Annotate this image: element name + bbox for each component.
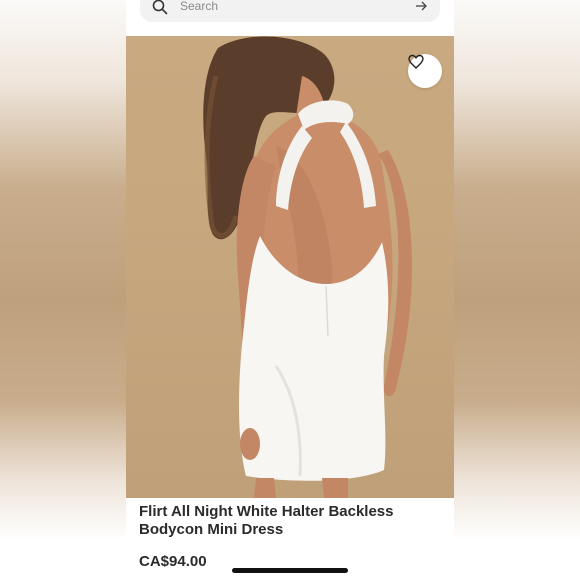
product-image[interactable] xyxy=(126,36,454,498)
search-placeholder: Search xyxy=(180,0,219,13)
home-indicator[interactable] xyxy=(232,568,348,573)
like-button[interactable] xyxy=(408,54,442,88)
blurred-backdrop-left xyxy=(0,0,126,580)
product-price: CA$94.00 xyxy=(139,553,207,570)
search-icon xyxy=(152,0,168,15)
arrow-right-icon[interactable] xyxy=(414,0,428,13)
blurred-backdrop-right xyxy=(454,0,580,580)
search-input[interactable]: Search xyxy=(140,0,440,22)
product-title: Flirt All Night White Halter Backless Bo… xyxy=(139,503,394,538)
app-screen: Search Flirt All Night White Halter Back… xyxy=(126,0,454,580)
